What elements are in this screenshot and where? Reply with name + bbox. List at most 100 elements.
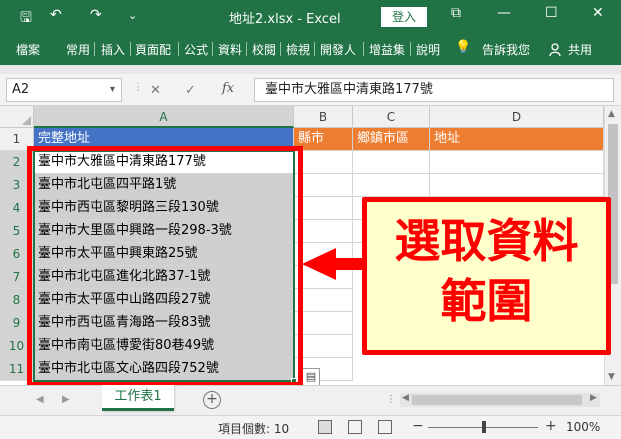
- row-header-10[interactable]: 10: [0, 335, 34, 358]
- title-bar: 🖫 ↶ ↷ ⌄ 地址2.xlsx - Excel 登入 ⧉ — ☐ ✕: [0, 0, 621, 33]
- lightbulb-icon[interactable]: 💡: [455, 40, 471, 55]
- fill-handle[interactable]: [291, 378, 297, 384]
- login-button[interactable]: 登入: [381, 7, 427, 27]
- share-icon[interactable]: [549, 43, 563, 57]
- ribbon-tabs: 檔案 常用 插入 頁面配 公式 資料 校閱 檢視 開發人 增益集 說明 💡 告訴…: [0, 33, 621, 65]
- cell-d1[interactable]: 地址: [430, 128, 604, 151]
- undo-icon[interactable]: ↶: [50, 7, 62, 23]
- cell-b8[interactable]: [294, 289, 353, 312]
- zoom-level[interactable]: 100%: [566, 420, 600, 434]
- zoom-slider-thumb[interactable]: [482, 421, 486, 433]
- tab-add-ins[interactable]: 增益集: [369, 41, 405, 58]
- cell-a5[interactable]: 臺中市大里區中興路一段298-3號: [34, 220, 294, 243]
- row-header-11[interactable]: 11: [0, 358, 34, 381]
- sheet-tabs-bar: ◀ ▶ 工作表1 + ⋮ ◀ ▶: [0, 385, 621, 415]
- tab-developer[interactable]: 開發人: [320, 41, 356, 58]
- minimize-icon[interactable]: —: [497, 5, 511, 21]
- tab-review[interactable]: 校閱: [252, 41, 276, 58]
- column-header-d[interactable]: D: [430, 106, 604, 128]
- column-header-c[interactable]: C: [353, 106, 430, 128]
- row-header-8[interactable]: 8: [0, 289, 34, 312]
- sheet-tab-1[interactable]: 工作表1: [102, 385, 174, 411]
- prev-sheet-icon[interactable]: ◀: [36, 394, 44, 405]
- cell-a6[interactable]: 臺中市太平區中興東路25號: [34, 243, 294, 266]
- tab-split-grip-icon[interactable]: ⋮: [386, 394, 396, 405]
- cell-b9[interactable]: [294, 312, 353, 335]
- zoom-in-icon[interactable]: +: [545, 418, 557, 434]
- tab-home[interactable]: 常用: [66, 41, 90, 58]
- cell-a7[interactable]: 臺中市北屯區進化北路37-1號: [34, 266, 294, 289]
- cell-a9[interactable]: 臺中市西屯區青海路一段83號: [34, 312, 294, 335]
- scroll-left-icon[interactable]: ◀: [402, 393, 409, 403]
- horizontal-scroll-thumb[interactable]: [412, 395, 582, 405]
- quick-analysis-icon[interactable]: ▤: [302, 368, 320, 386]
- formula-input[interactable]: 臺中市大雅區中清東路177號: [254, 78, 614, 102]
- enter-icon[interactable]: ✓: [185, 83, 196, 98]
- row-header-4[interactable]: 4: [0, 197, 34, 220]
- tab-formulas[interactable]: 公式: [184, 41, 208, 58]
- row-header-2[interactable]: 2: [0, 151, 34, 174]
- formula-bar: A2 ▾ ⋮ ✕ ✓ fx 臺中市大雅區中清東路177號: [0, 74, 621, 106]
- row-header-5[interactable]: 5: [0, 220, 34, 243]
- cell-a8[interactable]: 臺中市太平區中山路四段27號: [34, 289, 294, 312]
- next-sheet-icon[interactable]: ▶: [62, 394, 70, 405]
- annotation-line-1: 選取資料: [394, 214, 579, 268]
- cell-b2[interactable]: [294, 151, 353, 174]
- window-title: 地址2.xlsx - Excel: [229, 12, 341, 27]
- cell-d2[interactable]: [430, 151, 604, 174]
- cell-b1[interactable]: 縣市: [294, 128, 353, 151]
- cancel-icon[interactable]: ✕: [150, 83, 161, 98]
- tab-view[interactable]: 檢視: [286, 41, 310, 58]
- tab-file[interactable]: 檔案: [16, 41, 40, 58]
- cell-b10[interactable]: [294, 335, 353, 358]
- row-header-7[interactable]: 7: [0, 266, 34, 289]
- horizontal-scrollbar[interactable]: ◀ ▶: [400, 393, 600, 407]
- cell-d3[interactable]: [430, 174, 604, 197]
- customize-toolbar-icon[interactable]: ⌄: [128, 9, 137, 22]
- close-icon[interactable]: ✕: [592, 5, 604, 21]
- annotation-arrow-icon: [302, 248, 368, 280]
- ribbon-display-options-icon[interactable]: ⧉: [451, 5, 461, 21]
- cell-c1[interactable]: 鄉鎮市區: [353, 128, 430, 151]
- scroll-up-icon[interactable]: ▲: [608, 109, 615, 119]
- row-header-3[interactable]: 3: [0, 174, 34, 197]
- name-box[interactable]: A2 ▾: [6, 78, 122, 102]
- tell-me-box[interactable]: 告訴我您: [482, 41, 530, 58]
- row-header-9[interactable]: 9: [0, 312, 34, 335]
- maximize-icon[interactable]: ☐: [545, 5, 558, 21]
- cell-a2[interactable]: 臺中市大雅區中清東路177號: [34, 151, 294, 174]
- share-button[interactable]: 共用: [568, 41, 592, 58]
- tab-data[interactable]: 資料: [218, 41, 242, 58]
- save-icon[interactable]: 🖫: [20, 7, 32, 31]
- cell-a11[interactable]: 臺中市北屯區文心路四段752號: [34, 358, 294, 381]
- row-header-6[interactable]: 6: [0, 243, 34, 266]
- scroll-down-icon[interactable]: ▼: [608, 372, 615, 382]
- name-box-dropdown-icon[interactable]: ▾: [110, 79, 115, 101]
- add-sheet-icon[interactable]: +: [203, 391, 221, 409]
- cell-a1[interactable]: 完整地址: [34, 128, 294, 151]
- normal-view-icon[interactable]: [318, 420, 332, 434]
- insert-function-icon[interactable]: fx: [222, 81, 234, 96]
- annotation-line-2: 範圍: [440, 274, 533, 328]
- select-all-corner[interactable]: [0, 106, 34, 128]
- cell-c3[interactable]: [353, 174, 430, 197]
- cell-a10[interactable]: 臺中市南屯區博愛街80巷49號: [34, 335, 294, 358]
- tab-page-layout[interactable]: 頁面配: [135, 41, 171, 58]
- cell-a4[interactable]: 臺中市西屯區黎明路三段130號: [34, 197, 294, 220]
- cell-b5[interactable]: [294, 220, 353, 243]
- tab-insert[interactable]: 插入: [101, 41, 125, 58]
- cell-b4[interactable]: [294, 197, 353, 220]
- page-layout-view-icon[interactable]: [348, 420, 362, 434]
- redo-icon[interactable]: ↷: [90, 7, 102, 23]
- column-header-a[interactable]: A: [34, 106, 294, 128]
- cell-c2[interactable]: [353, 151, 430, 174]
- scroll-right-icon[interactable]: ▶: [590, 393, 597, 403]
- row-header-1[interactable]: 1: [0, 128, 34, 151]
- tab-help[interactable]: 說明: [416, 41, 440, 58]
- formula-bar-grip-icon[interactable]: ⋮: [133, 82, 143, 93]
- page-break-view-icon[interactable]: [378, 420, 392, 434]
- zoom-out-icon[interactable]: −: [412, 418, 424, 434]
- cell-b3[interactable]: [294, 174, 353, 197]
- cell-a3[interactable]: 臺中市北屯區四平路1號: [34, 174, 294, 197]
- column-header-b[interactable]: B: [294, 106, 353, 128]
